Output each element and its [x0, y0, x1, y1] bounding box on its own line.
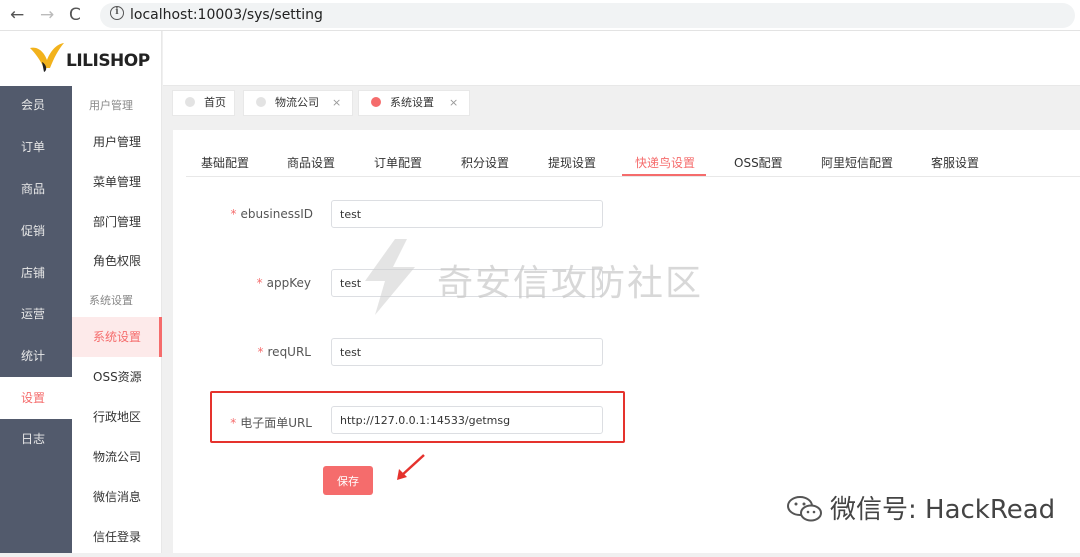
- ebusinessid-input[interactable]: [331, 200, 603, 228]
- sub-item-menu-manage[interactable]: 菜单管理: [72, 162, 162, 202]
- sub-item-oss[interactable]: OSS资源: [72, 357, 162, 397]
- watermark-logo-icon: [365, 239, 415, 315]
- sub-item-region[interactable]: 行政地区: [72, 397, 162, 437]
- active-tab-indicator: [622, 174, 706, 176]
- main-menu-statistics[interactable]: 统计: [0, 335, 72, 377]
- watermark-text: 奇安信攻防社区: [437, 263, 704, 304]
- address-bar[interactable]: i localhost:10003/sys/setting: [100, 3, 1075, 28]
- annotation-highlight-box: [210, 391, 625, 443]
- close-icon[interactable]: ×: [449, 91, 458, 115]
- page-tabs: 首页 物流公司 × 系统设置 ×: [163, 86, 1080, 120]
- sub-sidebar: 用户管理 用户管理 菜单管理 部门管理 角色权限 系统设置 系统设置 OSS资源…: [72, 86, 162, 553]
- main-menu-operation[interactable]: 运营: [0, 293, 72, 335]
- sub-group-system: 系统设置: [89, 294, 133, 307]
- field-label-text: reqURL: [267, 345, 311, 359]
- page-tab-home[interactable]: 首页: [172, 90, 235, 116]
- required-mark: *: [257, 345, 264, 359]
- field-label-text: ebusinessID: [240, 207, 313, 221]
- sub-item-role[interactable]: 角色权限: [72, 241, 162, 281]
- tab-points-settings[interactable]: 积分设置: [461, 154, 509, 171]
- back-arrow-icon[interactable]: ←: [10, 5, 24, 25]
- tab-sms-config[interactable]: 阿里短信配置: [821, 154, 893, 171]
- sub-group-user: 用户管理: [89, 99, 133, 112]
- requrl-input[interactable]: [331, 338, 603, 366]
- wechat-icon: [787, 496, 822, 522]
- sub-item-user-manage[interactable]: 用户管理: [72, 122, 162, 162]
- save-button[interactable]: 保存: [323, 466, 373, 495]
- sub-item-logistics[interactable]: 物流公司: [72, 437, 162, 477]
- close-icon[interactable]: ×: [332, 91, 341, 115]
- tab-oss-config[interactable]: OSS配置: [734, 154, 783, 171]
- logo: LILISHOP: [0, 31, 162, 86]
- main-menu-store[interactable]: 店铺: [0, 252, 72, 294]
- sub-item-wechat[interactable]: 微信消息: [72, 477, 162, 517]
- page-tab-system-settings[interactable]: 系统设置 ×: [358, 90, 470, 116]
- top-header: [163, 31, 1080, 86]
- tab-basic-config[interactable]: 基础配置: [201, 154, 249, 171]
- main-menu-member[interactable]: 会员: [0, 84, 72, 126]
- main-menu-settings[interactable]: 设置: [0, 377, 72, 419]
- forward-arrow-icon[interactable]: →: [40, 5, 54, 25]
- tab-dot-active-icon: [371, 97, 381, 107]
- annotation-arrow-icon: [397, 454, 425, 480]
- sub-item-system-settings[interactable]: 系统设置: [72, 317, 162, 357]
- field-label-text: appKey: [266, 276, 311, 290]
- required-mark: *: [256, 276, 263, 290]
- logo-text: LILISHOP: [66, 51, 150, 71]
- page-tab-logistics[interactable]: 物流公司 ×: [243, 90, 353, 116]
- logo-bird-icon: [30, 43, 64, 72]
- tab-goods-settings[interactable]: 商品设置: [287, 154, 335, 171]
- main-menu-goods[interactable]: 商品: [0, 168, 72, 210]
- reload-icon[interactable]: C: [69, 5, 81, 25]
- main-menu-order[interactable]: 订单: [0, 126, 72, 168]
- page-tab-label: 物流公司: [275, 96, 319, 109]
- required-mark: *: [230, 207, 237, 221]
- tab-dot-icon: [256, 97, 266, 107]
- browser-toolbar: ← → C i localhost:10003/sys/setting: [0, 0, 1080, 31]
- url-text: localhost:10003/sys/setting: [130, 7, 323, 23]
- tab-withdraw-settings[interactable]: 提现设置: [548, 154, 596, 171]
- main-menu-promotion[interactable]: 促销: [0, 210, 72, 252]
- tab-kdniao-settings[interactable]: 快递鸟设置: [635, 154, 695, 171]
- field-label-appkey: * appKey: [191, 276, 311, 290]
- main-menu-log[interactable]: 日志: [0, 418, 72, 460]
- field-label-requrl: * reqURL: [191, 345, 311, 359]
- page-tab-label: 首页: [204, 96, 226, 109]
- sub-item-trust-login[interactable]: 信任登录: [72, 517, 162, 557]
- wechat-id-watermark: 微信号: HackRead: [830, 495, 1056, 525]
- tab-service-settings[interactable]: 客服设置: [931, 154, 979, 171]
- info-icon[interactable]: i: [110, 6, 124, 20]
- tab-dot-icon: [185, 97, 195, 107]
- tab-order-config[interactable]: 订单配置: [374, 154, 422, 171]
- tab-divider: [186, 176, 1080, 177]
- sub-item-dept-manage[interactable]: 部门管理: [72, 202, 162, 242]
- page-tab-label: 系统设置: [390, 96, 434, 109]
- field-label-ebusinessid: * ebusinessID: [193, 207, 313, 221]
